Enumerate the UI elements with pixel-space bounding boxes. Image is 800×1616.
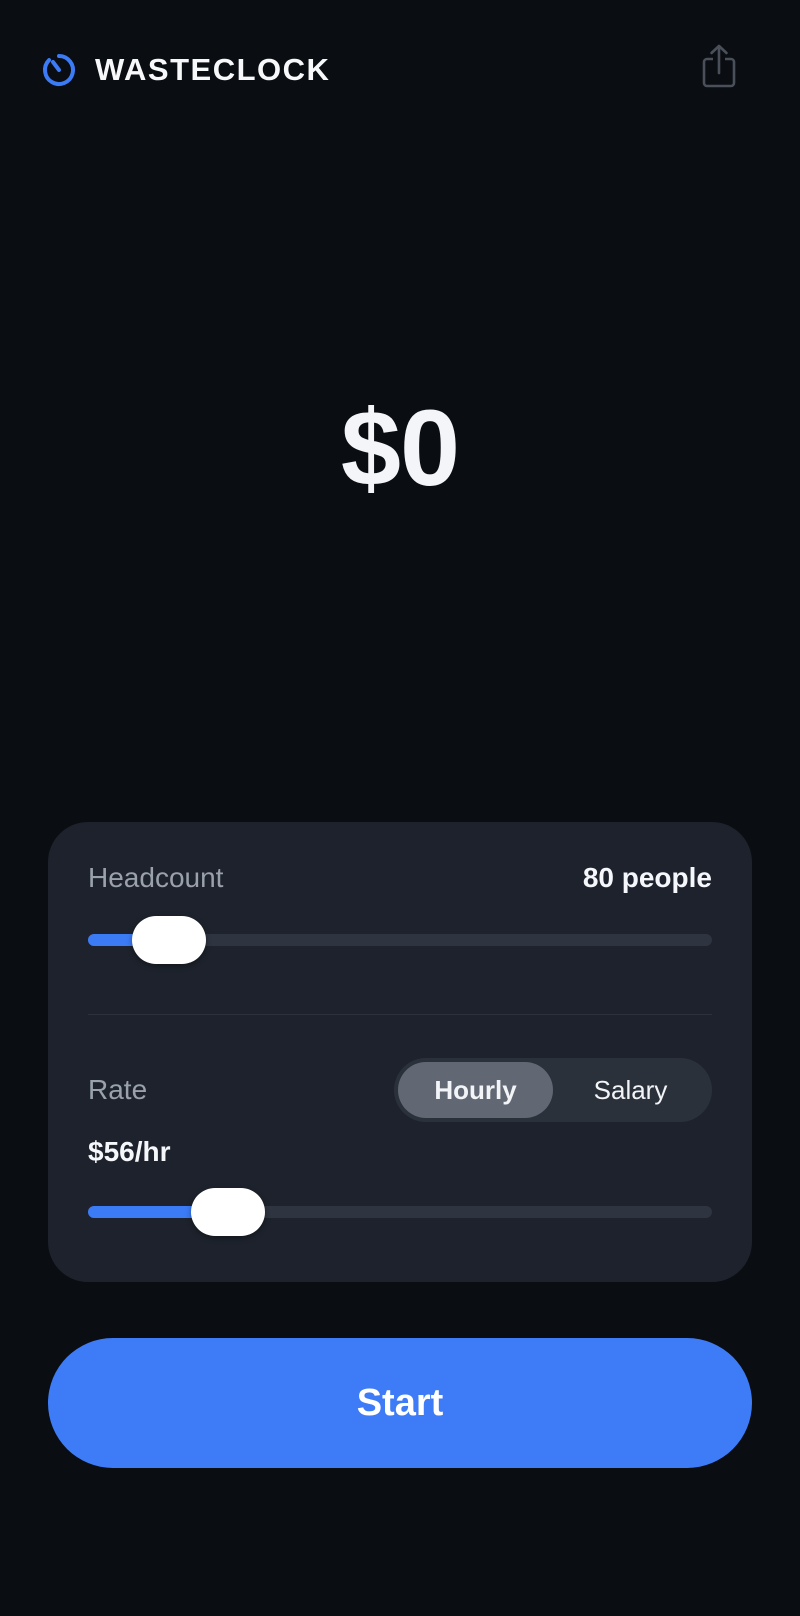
headcount-value: 80 people [582, 862, 712, 893]
app-screen: WASTECLOCK $0 Headcount 80 people Rate H… [0, 0, 800, 1616]
rate-slider[interactable] [88, 1188, 712, 1236]
rate-value: $56/hr [88, 1136, 171, 1167]
headcount-label: Headcount [88, 862, 224, 893]
rate-mode-salary[interactable]: Salary [553, 1062, 708, 1118]
stopwatch-icon [41, 52, 77, 88]
header: WASTECLOCK [41, 44, 740, 90]
rate-slider-thumb[interactable] [191, 1188, 266, 1236]
card-divider [88, 1014, 712, 1015]
settings-card: Headcount 80 people Rate Hourly Salary $… [48, 822, 752, 1282]
headcount-slider[interactable] [88, 916, 712, 964]
headcount-slider-thumb[interactable] [132, 916, 207, 964]
share-button[interactable] [698, 44, 740, 92]
rate-label: Rate [88, 1074, 148, 1105]
rate-mode-toggle: Hourly Salary [394, 1058, 712, 1122]
share-icon [701, 43, 737, 94]
rate-mode-hourly[interactable]: Hourly [398, 1062, 553, 1118]
cost-counter: $0 [340, 387, 460, 508]
start-button[interactable]: Start [48, 1338, 752, 1468]
app-brand: WASTECLOCK [95, 52, 331, 87]
